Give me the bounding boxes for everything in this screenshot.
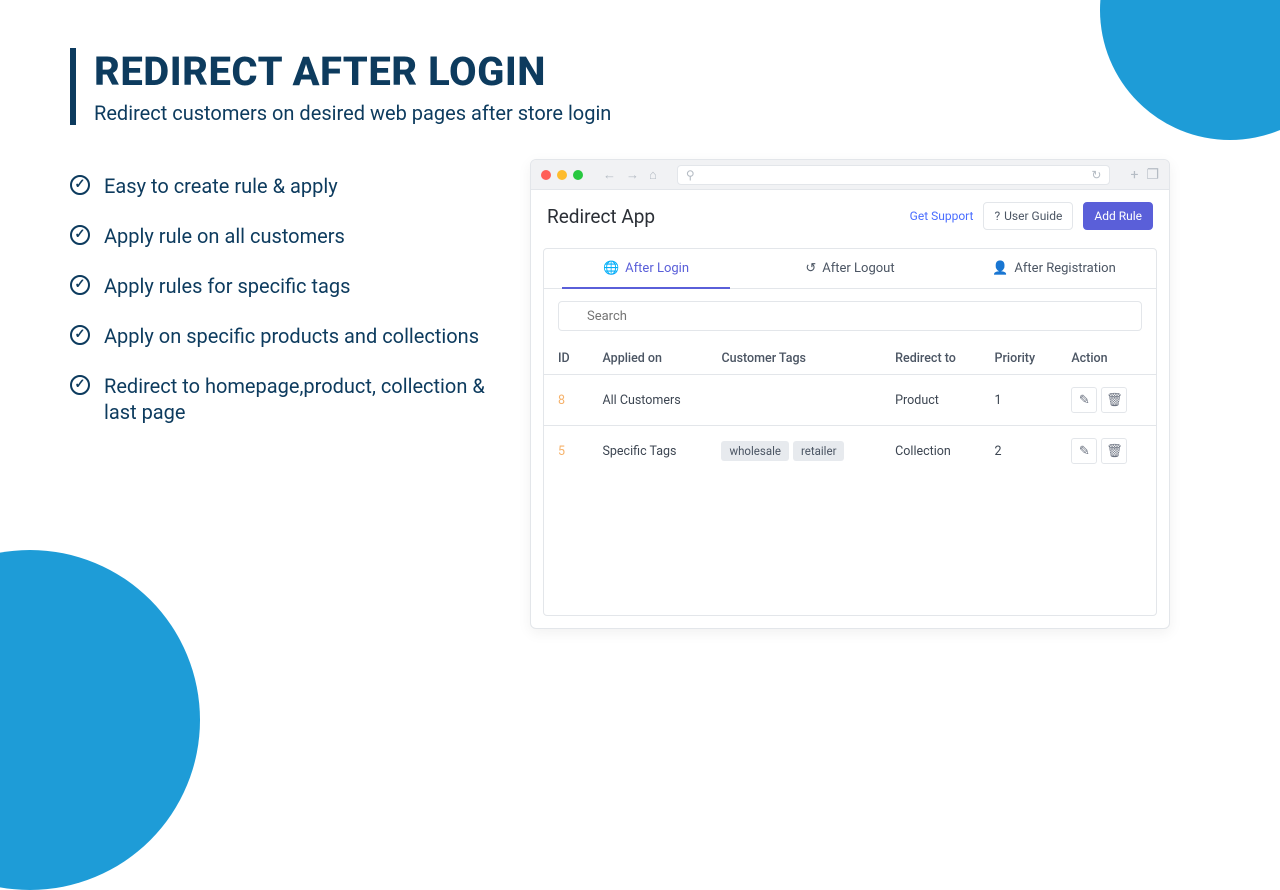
delete-button[interactable]: 🗑: [1101, 387, 1127, 413]
pencil-icon: ✎: [1079, 393, 1090, 408]
page-subtitle: Redirect customers on desired web pages …: [94, 101, 1220, 125]
cell-action: ✎🗑: [1057, 375, 1156, 426]
trash-icon: 🗑: [1106, 444, 1123, 459]
browser-chrome: ← → ⌂ ⚲ ↻ + ❐: [531, 160, 1169, 190]
rules-table: ID Applied on Customer Tags Redirect to …: [544, 343, 1156, 476]
cell-action: ✎🗑: [1057, 426, 1156, 477]
maximize-dot-icon: [573, 170, 583, 180]
cell-redirect-to: Collection: [881, 426, 980, 477]
feature-item: Redirect to homepage,product, collection…: [70, 373, 500, 425]
col-customer-tags: Customer Tags: [707, 343, 881, 375]
pencil-icon: ✎: [1079, 444, 1090, 459]
user-icon: 👤: [992, 261, 1008, 276]
check-circle-icon: [70, 375, 90, 395]
cell-customer-tags: wholesaleretailer: [707, 426, 881, 477]
delete-button[interactable]: 🗑: [1101, 438, 1127, 464]
feature-text: Apply on specific products and collectio…: [104, 323, 479, 349]
help-icon: ?: [994, 209, 1000, 223]
cell-redirect-to: Product: [881, 375, 980, 426]
refresh-icon[interactable]: ↻: [1091, 168, 1101, 182]
tag-chip: wholesale: [721, 441, 789, 461]
url-bar[interactable]: ⚲ ↻: [677, 165, 1111, 185]
undo-icon: ↺: [805, 261, 816, 276]
globe-icon: 🌐: [603, 261, 619, 276]
cell-priority: 2: [981, 426, 1058, 477]
col-action: Action: [1057, 343, 1156, 375]
feature-item: Apply on specific products and collectio…: [70, 323, 500, 349]
col-id: ID: [544, 343, 588, 375]
add-rule-button[interactable]: Add Rule: [1083, 202, 1153, 230]
feature-text: Redirect to homepage,product, collection…: [104, 373, 500, 425]
feature-item: Apply rules for specific tags: [70, 273, 500, 299]
cell-customer-tags: [707, 375, 881, 426]
trash-icon: 🗑: [1106, 393, 1123, 408]
back-icon[interactable]: ←: [603, 167, 616, 183]
user-guide-button[interactable]: ? User Guide: [983, 202, 1073, 230]
app-title: Redirect App: [547, 205, 655, 228]
tab-logout-label: After Logout: [822, 261, 894, 276]
traffic-lights: [541, 170, 583, 180]
check-circle-icon: [70, 225, 90, 245]
edit-button[interactable]: ✎: [1071, 438, 1097, 464]
feature-text: Easy to create rule & apply: [104, 173, 338, 199]
close-dot-icon: [541, 170, 551, 180]
search-icon: ⚲: [686, 168, 695, 182]
new-tab-icon[interactable]: +: [1130, 167, 1138, 183]
tab-after-login[interactable]: 🌐 After Login: [544, 249, 748, 288]
app-browser-window: ← → ⌂ ⚲ ↻ + ❐ Redirect App Get Support: [530, 159, 1170, 629]
hero-title-block: REDIRECT AFTER LOGIN Redirect customers …: [70, 48, 1220, 125]
get-support-link[interactable]: Get Support: [910, 209, 974, 223]
feature-item: Apply rule on all customers: [70, 223, 500, 249]
cell-applied-on: All Customers: [588, 375, 707, 426]
user-guide-label: User Guide: [1004, 209, 1062, 223]
tab-after-registration[interactable]: 👤 After Registration: [952, 249, 1156, 288]
feature-text: Apply rule on all customers: [104, 223, 345, 249]
tab-login-label: After Login: [625, 261, 689, 276]
table-row: 5Specific TagswholesaleretailerCollectio…: [544, 426, 1156, 477]
tag-chip: retailer: [793, 441, 845, 461]
minimize-dot-icon: [557, 170, 567, 180]
check-circle-icon: [70, 275, 90, 295]
col-redirect-to: Redirect to: [881, 343, 980, 375]
feature-list: Easy to create rule & apply Apply rule on…: [70, 159, 500, 629]
table-row: 8All CustomersProduct1✎🗑: [544, 375, 1156, 426]
cell-id: 8: [544, 375, 588, 426]
edit-button[interactable]: ✎: [1071, 387, 1097, 413]
home-icon[interactable]: ⌂: [649, 167, 657, 183]
check-circle-icon: [70, 325, 90, 345]
search-input[interactable]: [558, 301, 1142, 331]
col-applied-on: Applied on: [588, 343, 707, 375]
cell-id: 5: [544, 426, 588, 477]
cell-priority: 1: [981, 375, 1058, 426]
check-circle-icon: [70, 175, 90, 195]
tab-registration-label: After Registration: [1014, 261, 1115, 276]
col-priority: Priority: [981, 343, 1058, 375]
forward-icon[interactable]: →: [626, 167, 639, 183]
cell-applied-on: Specific Tags: [588, 426, 707, 477]
page-title: REDIRECT AFTER LOGIN: [94, 48, 1220, 95]
feature-item: Easy to create rule & apply: [70, 173, 500, 199]
tab-after-logout[interactable]: ↺ After Logout: [748, 249, 952, 288]
feature-text: Apply rules for specific tags: [104, 273, 350, 299]
copy-window-icon[interactable]: ❐: [1146, 167, 1159, 183]
add-rule-label: Add Rule: [1094, 209, 1142, 223]
